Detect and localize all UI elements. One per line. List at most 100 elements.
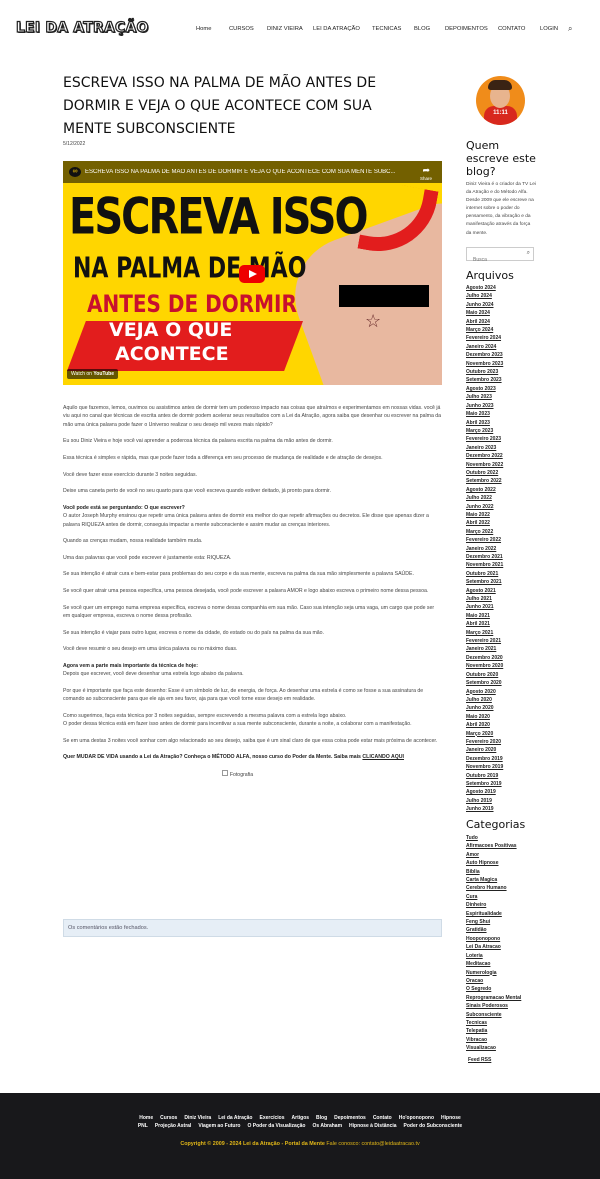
archive-link[interactable]: Abril 2022 (466, 519, 503, 527)
archive-link[interactable]: Setembro 2021 (466, 578, 503, 586)
cta-link[interactable]: CLICANDO AQUI (362, 754, 404, 760)
archive-link[interactable]: Março 2022 (466, 528, 503, 536)
archive-link[interactable]: Fevereiro 2020 (466, 738, 503, 746)
nav-diniz-vieira[interactable]: DINIZ VIEIRA (267, 26, 303, 32)
archive-link[interactable]: Setembro 2023 (466, 376, 503, 384)
category-link[interactable]: Sinais Poderosos (466, 1002, 521, 1010)
category-link[interactable]: Tecnicas (466, 1019, 521, 1027)
archive-link[interactable]: Maio 2020 (466, 713, 503, 721)
archive-link[interactable]: Maio 2022 (466, 511, 503, 519)
category-link[interactable]: Afirmacoes Positivas (466, 842, 521, 850)
archive-link[interactable]: Fevereiro 2023 (466, 435, 503, 443)
category-link[interactable]: Cura (466, 893, 521, 901)
category-link[interactable]: Auto Hipnose (466, 859, 521, 867)
archive-link[interactable]: Fevereiro 2024 (466, 334, 503, 342)
category-link[interactable]: Meditacao (466, 960, 521, 968)
archive-link[interactable]: Abril 2020 (466, 721, 503, 729)
category-link[interactable]: Telepatia (466, 1027, 521, 1035)
archive-link[interactable]: Agosto 2022 (466, 486, 503, 494)
play-button[interactable] (239, 265, 265, 283)
archive-link[interactable]: Janeiro 2023 (466, 444, 503, 452)
archive-link[interactable]: Outubro 2023 (466, 368, 503, 376)
archive-link[interactable]: Agosto 2019 (466, 788, 503, 796)
archive-link[interactable]: Novembro 2022 (466, 461, 503, 469)
archive-link[interactable]: Janeiro 2020 (466, 746, 503, 754)
archive-link[interactable]: Junho 2023 (466, 402, 503, 410)
archive-link[interactable]: Maio 2024 (466, 309, 503, 317)
category-link[interactable]: Vibracao (466, 1036, 521, 1044)
archive-link[interactable]: Janeiro 2021 (466, 645, 503, 653)
footer-link[interactable]: Viagem ao Futuro (198, 1123, 240, 1129)
archive-link[interactable]: Junho 2024 (466, 301, 503, 309)
category-link[interactable]: Loteria (466, 952, 521, 960)
archive-link[interactable]: Dezembro 2019 (466, 755, 503, 763)
category-link[interactable]: Carta Magica (466, 876, 521, 884)
category-link[interactable]: Reprogramacao Mental (466, 994, 521, 1002)
archive-link[interactable]: Dezembro 2021 (466, 553, 503, 561)
archive-link[interactable]: Julho 2020 (466, 696, 503, 704)
archive-link[interactable]: Junho 2020 (466, 704, 503, 712)
nav-blog[interactable]: BLOG (414, 26, 430, 32)
footer-link[interactable]: Artigos (292, 1115, 310, 1121)
archive-link[interactable]: Outubro 2020 (466, 671, 503, 679)
archive-link[interactable]: Janeiro 2022 (466, 545, 503, 553)
archive-link[interactable]: Outubro 2019 (466, 772, 503, 780)
category-link[interactable]: Lei Da Atracao (466, 943, 521, 951)
archive-link[interactable]: Março 2021 (466, 629, 503, 637)
archive-link[interactable]: Abril 2021 (466, 620, 503, 628)
footer-link[interactable]: Depoimentos (334, 1115, 366, 1121)
archive-link[interactable]: Julho 2022 (466, 494, 503, 502)
search-input[interactable] (467, 254, 523, 266)
site-logo[interactable]: LEI DA ATRAÇÃO (15, 19, 149, 36)
archive-link[interactable]: Outubro 2022 (466, 469, 503, 477)
nav-contato[interactable]: CONTATO (498, 26, 525, 32)
feed-rss-link[interactable]: Feed RSS (468, 1057, 491, 1063)
archive-link[interactable]: Maio 2023 (466, 410, 503, 418)
footer-link[interactable]: Hipnose (441, 1115, 461, 1121)
category-link[interactable]: Subconsciente (466, 1011, 521, 1019)
footer-link[interactable]: Blog (316, 1115, 327, 1121)
archive-link[interactable]: Novembro 2020 (466, 662, 503, 670)
archive-link[interactable]: Outubro 2021 (466, 570, 503, 578)
contact-text[interactable]: Fale conosco: contato@leidaatracao.tv (326, 1141, 419, 1147)
archive-link[interactable]: Setembro 2020 (466, 679, 503, 687)
share-icon[interactable]: ➦ (422, 165, 430, 176)
archive-link[interactable]: Julho 2021 (466, 595, 503, 603)
video-title[interactable]: ESCREVA ISSO NA PALMA DE MÃO ANTES DE DO… (85, 169, 405, 175)
footer-link[interactable]: Poder do Subconsciente (404, 1123, 463, 1129)
archive-link[interactable]: Agosto 2024 (466, 284, 503, 292)
category-link[interactable]: Oracao (466, 977, 521, 985)
share-label[interactable]: Share (420, 176, 432, 181)
archive-link[interactable]: Setembro 2019 (466, 780, 503, 788)
footer-link[interactable]: Hipnose à Distância (349, 1123, 397, 1129)
footer-link[interactable]: Exercícios (260, 1115, 285, 1121)
archive-link[interactable]: Agosto 2023 (466, 385, 503, 393)
youtube-video-embed[interactable]: ESCREVA ISSO NA PALMA DE MÃO ANTES DE DO… (63, 161, 442, 385)
search-icon[interactable]: ⌕ (568, 24, 572, 34)
category-link[interactable]: Gratidão (466, 926, 521, 934)
category-link[interactable]: Amor (466, 851, 521, 859)
footer-link[interactable]: Projeção Astral (155, 1123, 192, 1129)
category-link[interactable]: Bíblia (466, 868, 521, 876)
footer-link[interactable]: PNL (138, 1123, 148, 1129)
category-link[interactable]: Visualizacao (466, 1044, 521, 1052)
nav-home[interactable]: Home (196, 26, 211, 32)
category-link[interactable]: Dinheiro (466, 901, 521, 909)
archive-link[interactable]: Março 2023 (466, 427, 503, 435)
archive-link[interactable]: Junho 2022 (466, 503, 503, 511)
footer-link[interactable]: Contato (373, 1115, 392, 1121)
archive-link[interactable]: Novembro 2021 (466, 561, 503, 569)
archive-link[interactable]: Fevereiro 2021 (466, 637, 503, 645)
archive-link[interactable]: Julho 2024 (466, 292, 503, 300)
search-icon[interactable]: ⌕ (527, 250, 530, 257)
archive-link[interactable]: Março 2024 (466, 326, 503, 334)
category-link[interactable]: Feng Shui (466, 918, 521, 926)
footer-link[interactable]: Home (139, 1115, 153, 1121)
footer-link[interactable]: Ho'oponopono (399, 1115, 434, 1121)
archive-link[interactable]: Janeiro 2024 (466, 343, 503, 351)
category-link[interactable]: Cerebro Humano (466, 884, 521, 892)
footer-link[interactable]: Diniz Vieira (184, 1115, 211, 1121)
archive-link[interactable]: Agosto 2020 (466, 688, 503, 696)
archive-link[interactable]: Setembro 2022 (466, 477, 503, 485)
archive-link[interactable]: Maio 2021 (466, 612, 503, 620)
